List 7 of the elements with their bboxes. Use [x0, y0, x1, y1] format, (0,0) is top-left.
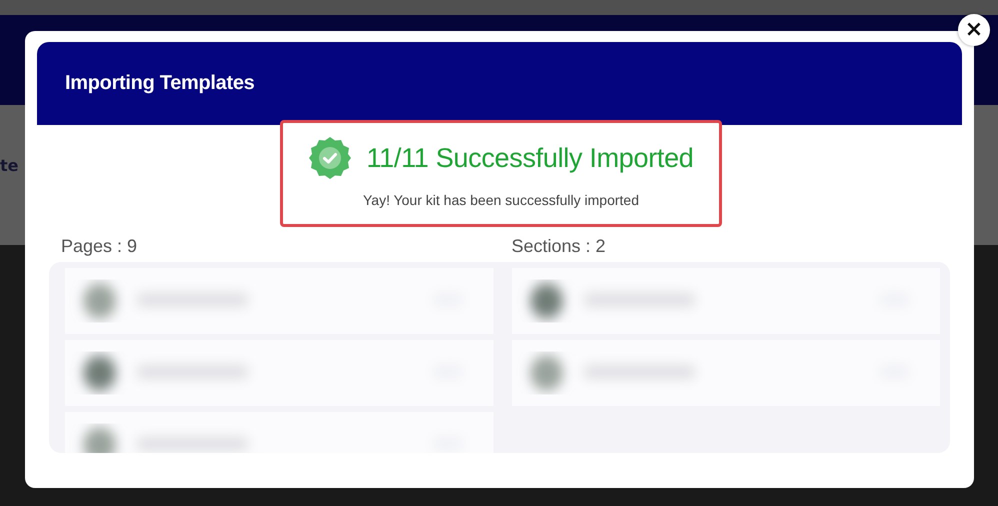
- group-label: Sections : 2: [510, 236, 607, 257]
- dialog-title: Importing Templates: [64, 72, 255, 95]
- background-text: te: [0, 156, 18, 174]
- group-label: Pages : 9: [61, 236, 138, 257]
- check-badge-icon: [308, 136, 352, 180]
- result-message: Yay! Your kit has been successfully imported: [362, 192, 639, 208]
- result-heading: 11/11 Successfully Imported: [366, 142, 694, 174]
